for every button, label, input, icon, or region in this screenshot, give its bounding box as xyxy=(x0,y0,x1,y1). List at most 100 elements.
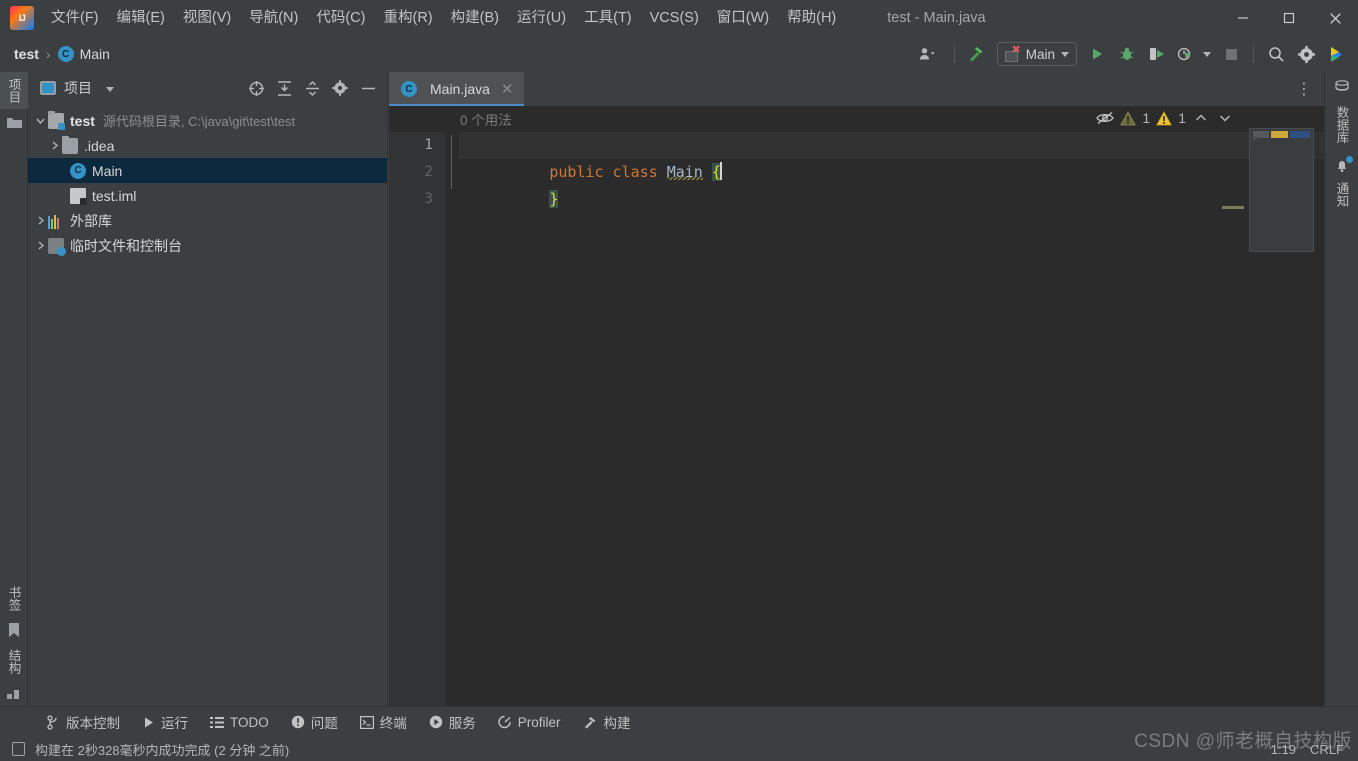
sidebar-tab-notifications[interactable]: 通知 xyxy=(1325,176,1358,213)
sidebar-tab-database[interactable]: 数据库 xyxy=(1325,100,1358,150)
bottom-tab-run[interactable]: 运行 xyxy=(131,710,199,734)
run-with-coverage-button[interactable] xyxy=(1143,41,1171,67)
settings-button[interactable] xyxy=(1292,41,1320,67)
select-opened-file-button[interactable] xyxy=(243,76,269,100)
profile-button[interactable] xyxy=(1173,41,1197,67)
bottom-tab-services[interactable]: 服务 xyxy=(418,710,487,734)
code-content[interactable]: public class Main { } xyxy=(459,132,1324,706)
breadcrumb-class[interactable]: Main xyxy=(80,46,110,62)
line-separator[interactable]: CRLF xyxy=(1310,742,1344,757)
tree-node-scratches[interactable]: 临时文件和控制台 xyxy=(28,233,387,258)
menu-navigate[interactable]: 导航(N) xyxy=(240,5,307,31)
bottom-tab-todo[interactable]: TODO xyxy=(199,710,280,734)
bookmark-icon[interactable] xyxy=(0,617,28,643)
menu-vcs[interactable]: VCS(S) xyxy=(641,5,708,31)
build-project-button[interactable] xyxy=(963,41,991,67)
external-libraries-icon xyxy=(48,213,64,229)
menu-refactor[interactable]: 重构(R) xyxy=(374,5,441,31)
window-title: test - Main.java xyxy=(887,10,986,26)
bottom-tab-profiler[interactable]: Profiler xyxy=(487,710,572,734)
breadcrumb-project[interactable]: test xyxy=(14,46,39,62)
account-button[interactable] xyxy=(912,41,946,67)
tree-node-test[interactable]: test 源代码根目录, C:\java\git\test\test xyxy=(28,108,387,133)
database-icon[interactable] xyxy=(1325,76,1358,100)
menu-build[interactable]: 构建(B) xyxy=(442,5,508,31)
menu-help[interactable]: 帮助(H) xyxy=(778,5,845,31)
folder-icon xyxy=(62,135,78,154)
structure-icon[interactable] xyxy=(0,680,28,706)
minimize-icon xyxy=(1238,17,1248,19)
bottom-tab-label: 版本控制 xyxy=(66,716,120,731)
terminal-icon xyxy=(359,715,374,729)
code-line-2[interactable]: } xyxy=(459,159,1324,208)
bottom-tab-label: 问题 xyxy=(310,716,338,731)
project-view-selector[interactable] xyxy=(106,79,114,97)
project-options-button[interactable] xyxy=(327,76,353,100)
close-icon[interactable]: ✕ xyxy=(501,80,514,98)
sidebar-tab-bookmarks[interactable]: 书签 xyxy=(0,580,28,617)
code-line-3[interactable] xyxy=(459,186,1324,213)
chevron-right-icon[interactable] xyxy=(46,140,62,151)
menu-edit[interactable]: 编辑(E) xyxy=(108,5,174,31)
tree-node-external-libraries[interactable]: 外部库 xyxy=(28,208,387,233)
debug-button[interactable] xyxy=(1113,41,1141,67)
bottom-tab-version-control[interactable]: 版本控制 xyxy=(36,710,131,734)
profiler-clock-icon xyxy=(1177,47,1191,61)
todo-icon xyxy=(210,716,224,728)
run-configuration-selector[interactable]: ✖ Main xyxy=(996,42,1077,66)
collapse-all-button[interactable] xyxy=(299,76,325,100)
stop-button[interactable] xyxy=(1217,41,1245,67)
chevron-down-icon[interactable] xyxy=(32,115,48,126)
weak-warning-count: 1 xyxy=(1142,110,1151,126)
menu-run[interactable]: 运行(U) xyxy=(508,5,575,31)
usages-hint[interactable]: 0 个用法 xyxy=(460,109,512,129)
line-number: 2 xyxy=(424,164,433,180)
editor-tab-main-java[interactable]: C Main.java ✕ xyxy=(389,72,524,106)
ai-assistant-button[interactable] xyxy=(1322,41,1350,67)
tree-node-label: Main xyxy=(92,162,123,179)
editor-options-button[interactable]: ⋮ xyxy=(1296,72,1324,106)
menu-code[interactable]: 代码(C) xyxy=(307,5,374,31)
menu-view[interactable]: 视图(V) xyxy=(174,5,240,31)
profile-dropdown-button[interactable] xyxy=(1199,41,1215,67)
search-everywhere-button[interactable] xyxy=(1262,41,1290,67)
chevron-right-icon[interactable] xyxy=(32,215,48,226)
menu-window[interactable]: 窗口(W) xyxy=(708,5,778,31)
previous-problem-button[interactable] xyxy=(1192,111,1210,125)
right-tool-window-strip: 数据库 通知 xyxy=(1324,72,1358,706)
next-problem-button[interactable] xyxy=(1216,111,1234,125)
code-folding-column[interactable] xyxy=(445,132,459,706)
weak-warning-icon xyxy=(1120,110,1137,126)
tree-node-label: 外部库 xyxy=(70,212,112,229)
code-minimap-popup[interactable] xyxy=(1249,128,1314,252)
tree-node-test-iml[interactable]: test.iml xyxy=(28,183,387,208)
bottom-tab-label: 构建 xyxy=(603,716,631,731)
menu-file[interactable]: 文件(F) xyxy=(42,5,108,31)
code-line-1[interactable]: public class Main { xyxy=(459,132,1324,181)
sidebar-tab-structure[interactable]: 结构 xyxy=(0,643,28,680)
bug-icon xyxy=(1120,47,1134,60)
commit-folder-icon[interactable] xyxy=(0,109,28,135)
minimize-button[interactable] xyxy=(1220,0,1266,36)
expand-all-button[interactable] xyxy=(271,76,297,100)
caret-position[interactable]: 1:19 xyxy=(1271,742,1296,757)
tree-node-main[interactable]: C Main xyxy=(28,158,387,183)
reader-mode-icon[interactable] xyxy=(1096,111,1115,125)
maximize-button[interactable] xyxy=(1266,0,1312,36)
coverage-icon xyxy=(1149,48,1164,60)
notification-bell-icon[interactable] xyxy=(1325,150,1358,176)
sidebar-tab-project[interactable]: 项目 xyxy=(0,72,28,109)
chevron-right-icon[interactable] xyxy=(32,240,48,251)
bottom-tab-problems[interactable]: 问题 xyxy=(280,710,349,734)
warning-count: 1 xyxy=(1178,110,1186,126)
close-button[interactable] xyxy=(1312,0,1358,36)
tree-node-label: test.iml xyxy=(92,187,137,204)
fold-placeholder-marker[interactable] xyxy=(1222,206,1244,209)
intellij-logo-icon xyxy=(10,6,34,30)
bottom-tab-terminal[interactable]: 终端 xyxy=(349,710,418,734)
tree-node-idea[interactable]: .idea xyxy=(28,133,387,158)
run-button[interactable] xyxy=(1083,41,1111,67)
hide-panel-button[interactable] xyxy=(355,76,381,100)
bottom-tab-build[interactable]: 构建 xyxy=(572,710,642,734)
menu-tools[interactable]: 工具(T) xyxy=(575,5,641,31)
